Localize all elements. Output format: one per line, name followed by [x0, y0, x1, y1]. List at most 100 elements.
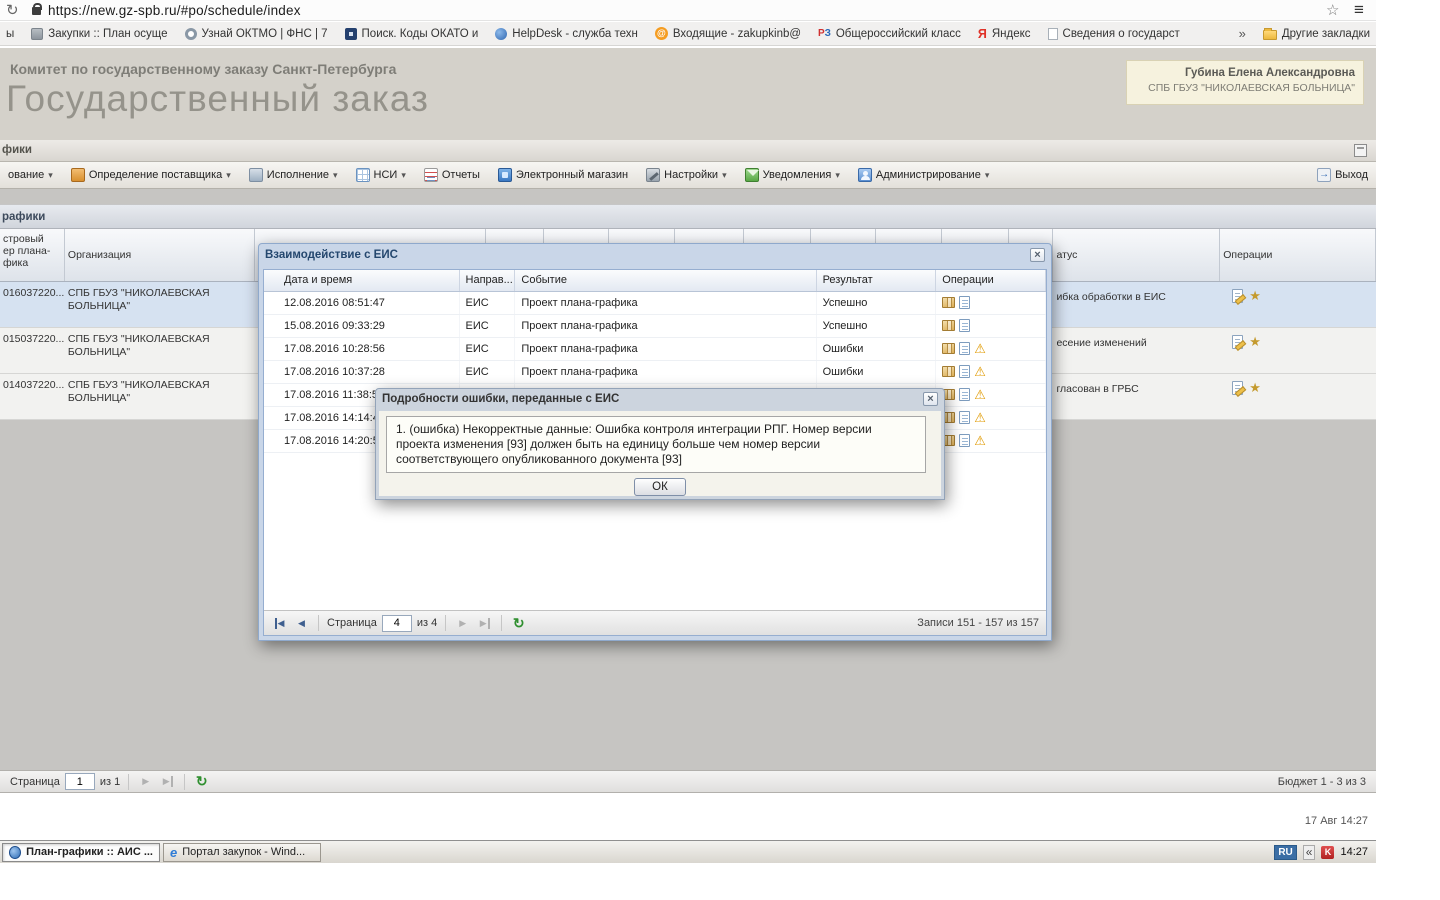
- menu-item-notifications[interactable]: Уведомления: [737, 162, 848, 188]
- bookmark-item[interactable]: Узнай ОКТМО | ФНС | 7: [184, 27, 328, 40]
- table-row[interactable]: 12.08.2016 08:51:47 ЕИС Проект плана-гра…: [264, 292, 1046, 315]
- page-input[interactable]: [381, 614, 412, 632]
- warning-icon[interactable]: [974, 388, 986, 401]
- edit-document-icon[interactable]: [1232, 335, 1244, 349]
- bookmark-favicon: [495, 27, 508, 40]
- menu-item-settings[interactable]: Настройки: [638, 162, 734, 188]
- caret-down-icon: [835, 169, 840, 181]
- close-icon[interactable]: [923, 392, 938, 406]
- server-datetime: 17 Авг 14:27: [1304, 815, 1368, 827]
- column-header-organization[interactable]: Организация: [65, 229, 255, 281]
- app-header: Комитет по государственному заказу Санкт…: [0, 48, 1376, 140]
- refresh-icon[interactable]: [510, 615, 527, 632]
- records-range: Записи 151 - 157 из 157: [917, 617, 1039, 629]
- first-page-icon[interactable]: [271, 615, 288, 632]
- document-icon[interactable]: [959, 388, 971, 401]
- tray-expand-icon[interactable]: [1302, 844, 1316, 860]
- menu-item-planning[interactable]: ование: [0, 162, 61, 188]
- ok-button[interactable]: ОК: [634, 478, 686, 496]
- close-icon[interactable]: [1030, 248, 1045, 262]
- error-message: 1. (ошибка) Некорректные данные: Ошибка …: [386, 416, 926, 473]
- menu-icon[interactable]: [1354, 0, 1364, 20]
- emblem-icon[interactable]: [1249, 381, 1261, 395]
- column-header-datetime[interactable]: Дата и время: [264, 270, 460, 291]
- bookmark-item[interactable]: Сведения о государст: [1047, 27, 1180, 40]
- bookmark-favicon: [818, 28, 831, 39]
- warning-icon[interactable]: [974, 342, 986, 355]
- status-cell: гласован в ГРБС: [1056, 383, 1139, 395]
- language-indicator[interactable]: RU: [1274, 844, 1297, 860]
- package-icon[interactable]: [942, 320, 956, 331]
- document-icon[interactable]: [959, 296, 971, 309]
- user-organization: СПБ ГБУЗ "НИКОЛАЕВСКАЯ БОЛЬНИЦА": [1148, 82, 1355, 94]
- document-icon[interactable]: [959, 342, 971, 355]
- main-menu: ование Определение поставщика Исполнение…: [0, 162, 1376, 189]
- package-icon[interactable]: [942, 366, 956, 377]
- document-icon[interactable]: [959, 434, 971, 447]
- dialog-titlebar[interactable]: Подробности ошибки, переданные с ЕИС: [376, 389, 944, 409]
- other-bookmarks[interactable]: Другие закладки: [1262, 27, 1370, 40]
- bookmark-item[interactable]: Поиск. Коды ОКАТО и: [344, 27, 478, 40]
- bookmark-item[interactable]: Закупки :: План осуще: [31, 27, 168, 40]
- budget-pager: Страница из 1 Бюджет 1 - 3 из 3: [0, 770, 1376, 793]
- page-label: Страница: [327, 617, 377, 629]
- table-row[interactable]: 15.08.2016 09:33:29 ЕИС Проект плана-гра…: [264, 315, 1046, 338]
- document-icon[interactable]: [959, 365, 971, 378]
- bookmarks-overflow-chevron[interactable]: [1239, 26, 1246, 41]
- warning-icon[interactable]: [974, 411, 986, 424]
- collapse-icon[interactable]: [1354, 144, 1367, 157]
- menu-item-reports[interactable]: Отчеты: [416, 162, 488, 188]
- supplier-icon: [70, 168, 85, 182]
- warning-icon[interactable]: [974, 434, 986, 447]
- menu-item-eshop[interactable]: Электронный магазин: [490, 162, 636, 188]
- bookmark-item[interactable]: HelpDesk - служба техн: [495, 27, 638, 40]
- package-icon[interactable]: [942, 343, 956, 354]
- taskbar-button-plan-graphs[interactable]: План-графики :: АИС ...: [2, 842, 160, 862]
- taskbar-button-procurement-portal[interactable]: Портал закупок - Wind...: [163, 842, 321, 862]
- document-icon[interactable]: [959, 411, 971, 424]
- column-header-event[interactable]: Событие: [515, 270, 817, 291]
- column-header-operations[interactable]: Операции: [1220, 229, 1376, 281]
- lock-icon[interactable]: [32, 3, 42, 15]
- antivirus-icon[interactable]: [1321, 845, 1335, 859]
- prev-page-icon[interactable]: [293, 615, 310, 632]
- column-header-operations[interactable]: Операции: [936, 270, 1046, 291]
- menu-item-nsi[interactable]: НСИ: [348, 162, 414, 188]
- bookmark-favicon: [31, 27, 44, 40]
- menu-item-administration[interactable]: Администрирование: [850, 162, 997, 188]
- logout-button[interactable]: Выход: [1309, 162, 1376, 188]
- star-icon[interactable]: [1326, 1, 1339, 19]
- envelope-icon: [744, 168, 759, 182]
- window-titlebar[interactable]: Взаимодействие с ЕИС: [259, 244, 1051, 266]
- table-row[interactable]: 17.08.2016 10:37:28 ЕИС Проект плана-гра…: [264, 361, 1046, 384]
- caret-down-icon: [226, 169, 231, 181]
- menu-item-supplier[interactable]: Определение поставщика: [63, 162, 239, 188]
- emblem-icon[interactable]: [1249, 335, 1261, 349]
- bookmark-favicon: [1047, 27, 1058, 40]
- package-icon[interactable]: [942, 297, 956, 308]
- refresh-icon[interactable]: [193, 773, 210, 790]
- page-input[interactable]: [64, 773, 95, 790]
- menu-item-execution[interactable]: Исполнение: [241, 162, 346, 188]
- emblem-icon[interactable]: [1249, 289, 1261, 303]
- document-icon[interactable]: [959, 319, 971, 332]
- warning-icon[interactable]: [974, 365, 986, 378]
- column-header-status[interactable]: атус: [1053, 229, 1221, 281]
- edit-document-icon[interactable]: [1232, 289, 1244, 303]
- table-row[interactable]: 17.08.2016 10:28:56 ЕИС Проект плана-гра…: [264, 338, 1046, 361]
- eis-pager: Страница из 4 Записи 151 - 157 из 157: [264, 610, 1046, 635]
- bookmark-item[interactable]: Общероссийский класс: [818, 28, 961, 40]
- column-header-direction[interactable]: Направ...: [460, 270, 516, 291]
- address-bar[interactable]: https://new.gz-spb.ru/#po/schedule/index: [48, 3, 301, 18]
- bookmark-item[interactable]: ы: [6, 28, 14, 40]
- column-header-registry-number[interactable]: стровый ер плана- фика: [0, 229, 65, 281]
- report-icon: [423, 168, 438, 182]
- caret-down-icon: [48, 169, 53, 181]
- column-header-result[interactable]: Результат: [817, 270, 937, 291]
- caret-down-icon: [401, 169, 406, 181]
- edit-document-icon[interactable]: [1232, 381, 1244, 395]
- bookmark-item[interactable]: Входящие - zakupkinb@: [654, 27, 801, 40]
- error-details-dialog: Подробности ошибки, переданные с ЕИС 1. …: [375, 388, 945, 500]
- reload-icon[interactable]: [6, 1, 19, 19]
- bookmark-item[interactable]: Яндекс: [978, 27, 1031, 41]
